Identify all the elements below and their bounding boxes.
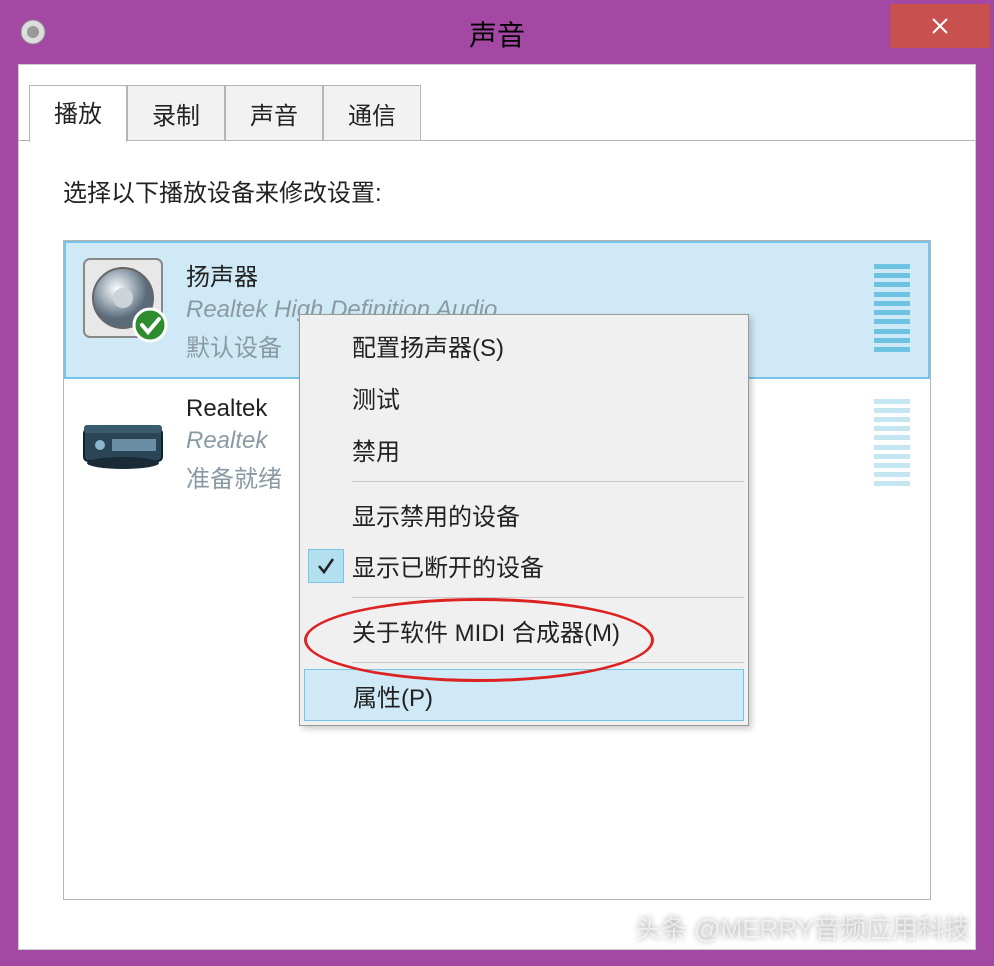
menu-show-disconnected[interactable]: 显示已断开的设备 — [304, 540, 744, 591]
receiver-icon — [78, 391, 168, 481]
menu-properties[interactable]: 属性(P) — [304, 669, 744, 721]
close-icon — [931, 17, 949, 35]
speaker-icon — [78, 253, 168, 343]
check-icon — [304, 612, 352, 648]
check-icon — [304, 379, 352, 415]
menu-separator — [352, 481, 744, 482]
instruction-text: 选择以下播放设备来修改设置: — [63, 173, 931, 208]
device-name: 扬声器 — [186, 257, 874, 292]
app-icon — [18, 17, 48, 52]
tab-recording[interactable]: 录制 — [127, 85, 225, 141]
menu-disable[interactable]: 禁用 — [304, 423, 744, 475]
check-icon — [304, 496, 352, 532]
level-meter — [874, 264, 910, 352]
menu-about-midi[interactable]: 关于软件 MIDI 合成器(M) — [304, 604, 744, 656]
context-menu: 配置扬声器(S) 测试 禁用 显示禁用的设备 显示已断开的设备 关于软件 MID… — [299, 314, 749, 726]
titlebar: 声音 — [4, 4, 990, 64]
tab-communications[interactable]: 通信 — [323, 85, 421, 141]
level-meter — [874, 399, 910, 487]
window-title: 声音 — [469, 14, 525, 54]
menu-separator — [352, 662, 744, 663]
tab-playback[interactable]: 播放 — [29, 85, 127, 143]
menu-test[interactable]: 测试 — [304, 371, 744, 423]
tab-sounds[interactable]: 声音 — [225, 85, 323, 141]
menu-configure-speakers[interactable]: 配置扬声器(S) — [304, 319, 744, 371]
menu-separator — [352, 597, 744, 598]
check-icon — [308, 549, 344, 583]
check-icon — [305, 677, 353, 713]
check-icon — [304, 327, 352, 363]
check-icon — [304, 431, 352, 467]
close-button[interactable] — [890, 4, 990, 48]
menu-show-disabled[interactable]: 显示禁用的设备 — [304, 488, 744, 540]
